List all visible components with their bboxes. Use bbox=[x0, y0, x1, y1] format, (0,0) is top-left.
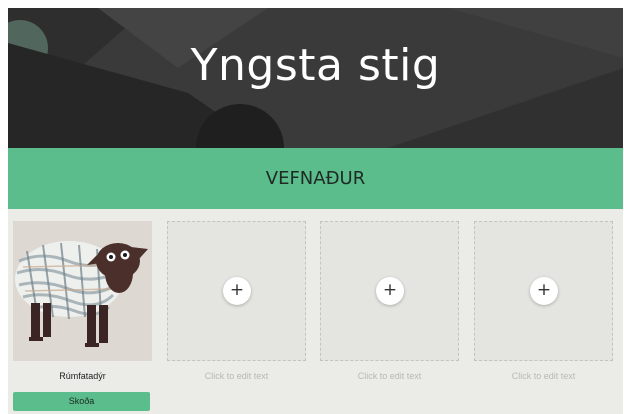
add-icon[interactable]: + bbox=[530, 277, 558, 305]
view-button[interactable]: Skoða bbox=[13, 392, 150, 411]
sheep-artwork-image[interactable] bbox=[13, 221, 152, 361]
image-placeholder[interactable]: + bbox=[320, 221, 459, 361]
editable-caption[interactable]: Click to edit text bbox=[320, 371, 459, 381]
section-header: VEFNAÐUR bbox=[8, 148, 623, 209]
page-frame: Yngsta stig VEFNAÐUR Rúmfatadýr Skoða + … bbox=[8, 8, 623, 414]
page-title: Yngsta stig bbox=[190, 40, 441, 91]
add-icon[interactable]: + bbox=[223, 277, 251, 305]
section-title: VEFNAÐUR bbox=[265, 168, 366, 189]
hero-banner: Yngsta stig bbox=[8, 8, 623, 148]
card-caption: Rúmfatadýr bbox=[59, 371, 106, 381]
editable-caption[interactable]: Click to edit text bbox=[474, 371, 613, 381]
image-placeholder[interactable]: + bbox=[167, 221, 306, 361]
image-placeholder[interactable]: + bbox=[474, 221, 613, 361]
add-icon[interactable]: + bbox=[376, 277, 404, 305]
editable-caption[interactable]: Click to edit text bbox=[167, 371, 306, 381]
sheep-artwork-illustration bbox=[13, 221, 152, 361]
